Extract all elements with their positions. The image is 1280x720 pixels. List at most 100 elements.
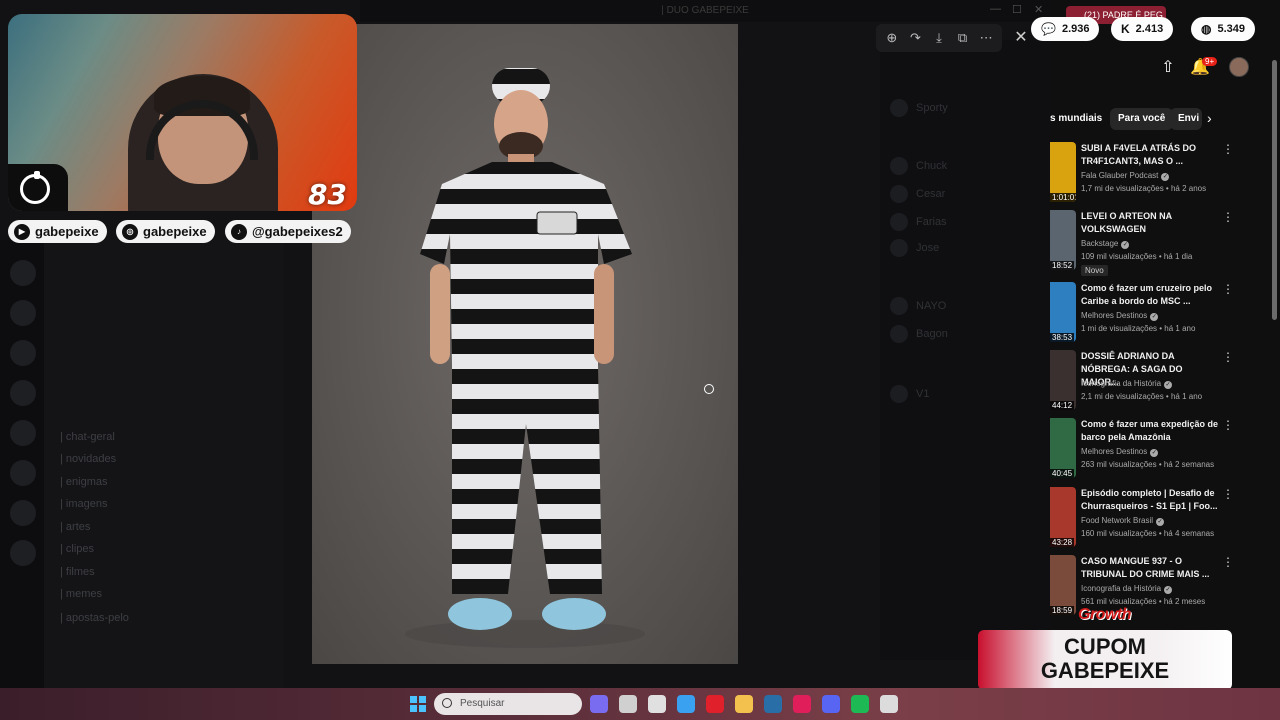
video-title[interactable]: CASO MANGUE 937 - O TRIBUNAL DO CRIME MA… xyxy=(1081,555,1221,581)
server-icon[interactable] xyxy=(10,500,36,526)
close-viewer-icon[interactable]: ✕ xyxy=(1010,27,1032,49)
video-channel[interactable]: Iconografia da História ✓ xyxy=(1081,379,1173,389)
channel-name: Backstage xyxy=(1081,239,1119,248)
server-icon[interactable] xyxy=(10,540,36,566)
member-item[interactable]: V1 xyxy=(890,385,1040,403)
m365-icon[interactable] xyxy=(677,695,695,713)
member-item[interactable]: Jose xyxy=(890,239,1040,257)
channel-item[interactable]: | artes xyxy=(60,521,90,533)
more-options-icon[interactable]: ⋮ xyxy=(1222,555,1234,569)
server-icon[interactable] xyxy=(10,380,36,406)
window-close-icon[interactable]: ✕ xyxy=(1034,3,1043,16)
channel-item[interactable]: | apostas-pelo xyxy=(60,612,129,624)
folder-icon[interactable] xyxy=(735,695,753,713)
minimize-icon[interactable]: — xyxy=(990,3,1001,15)
video-item[interactable]: 44:12 DOSSIÊ ADRIANO DA NÓBREGA: A SAGA D… xyxy=(1050,350,1280,418)
zoom-in-icon[interactable]: ⊕ xyxy=(882,28,902,48)
video-channel[interactable]: Melhores Destinos ✓ xyxy=(1081,311,1159,321)
video-thumbnail[interactable]: 38:53 xyxy=(1050,282,1076,342)
video-channel[interactable]: Backstage ✓ xyxy=(1081,239,1130,249)
copilot-icon[interactable] xyxy=(590,695,608,713)
app-icon[interactable] xyxy=(648,695,666,713)
social-youtube: ▶ gabepeixe xyxy=(8,220,107,243)
stat-value: 2.413 xyxy=(1135,23,1164,35)
chrome-icon[interactable] xyxy=(880,695,898,713)
channel-item[interactable]: | clipes xyxy=(60,543,94,555)
chip-filter[interactable]: Envi xyxy=(1170,108,1202,130)
more-options-icon[interactable]: ⋮ xyxy=(1222,350,1234,364)
server-icon[interactable] xyxy=(10,300,36,326)
member-item[interactable]: Chuck xyxy=(890,157,1040,175)
more-options-icon[interactable]: ⋮ xyxy=(1222,418,1234,432)
verified-icon: ✓ xyxy=(1164,381,1173,389)
video-channel[interactable]: Iconografia da História ✓ xyxy=(1081,584,1173,594)
stat-value: 2.936 xyxy=(1061,23,1090,35)
channel-item[interactable]: | imagens xyxy=(60,498,108,510)
steam-icon[interactable] xyxy=(764,695,782,713)
rotate-icon[interactable]: ↷ xyxy=(905,28,925,48)
server-icon[interactable] xyxy=(10,340,36,366)
more-icon[interactable]: ⋯ xyxy=(976,28,996,48)
video-item[interactable]: 40:45 Como é fazer uma expedição de barco… xyxy=(1050,418,1280,486)
video-channel[interactable]: Fala Glauber Podcast ✓ xyxy=(1081,171,1170,181)
tiktok-icon: ♪ xyxy=(231,223,247,240)
video-meta: 2,1 mi de visualizações • há 1 ano xyxy=(1081,392,1203,401)
viewer-image[interactable] xyxy=(312,24,738,664)
video-title[interactable]: SUBI A F4VELA ATRÁS DO TR4F1CANT3, MAS O… xyxy=(1081,142,1221,168)
server-icon[interactable] xyxy=(10,260,36,286)
open-external-icon[interactable]: ⧉ xyxy=(953,28,973,48)
video-thumbnail[interactable]: 18:52 xyxy=(1050,210,1076,270)
video-title[interactable]: Como é fazer um cruzeiro pelo Caribe a b… xyxy=(1081,282,1221,308)
social-handle: gabepeixe xyxy=(35,224,99,239)
more-options-icon[interactable]: ⋮ xyxy=(1222,282,1234,296)
member-item[interactable]: NAYO xyxy=(890,297,1040,315)
scrollbar[interactable] xyxy=(1272,60,1277,320)
video-thumbnail[interactable]: 40:45 xyxy=(1050,418,1076,478)
more-options-icon[interactable]: ⋮ xyxy=(1222,487,1234,501)
download-icon[interactable]: ⤓ xyxy=(929,28,949,48)
member-item[interactable]: Cesar xyxy=(890,185,1040,203)
windows-start-icon[interactable] xyxy=(410,696,426,712)
avatar[interactable] xyxy=(1229,57,1249,77)
member-item[interactable]: Bagon xyxy=(890,325,1040,343)
channel-item[interactable]: | novidades xyxy=(60,453,116,465)
background-member-list xyxy=(880,40,1050,660)
slack-icon[interactable] xyxy=(793,695,811,713)
upload-icon[interactable]: ⇧ xyxy=(1158,58,1178,78)
video-title[interactable]: Como é fazer uma expedição de barco pela… xyxy=(1081,418,1221,444)
server-icon[interactable] xyxy=(10,460,36,486)
chip-filter[interactable]: s mundiais xyxy=(1050,108,1110,130)
file-icon[interactable] xyxy=(619,695,637,713)
video-title[interactable]: Episódio completo | Desafio de Churrasqu… xyxy=(1081,487,1221,513)
spotify-icon[interactable] xyxy=(851,695,869,713)
video-item[interactable]: 1:01:01 SUBI A F4VELA ATRÁS DO TR4F1CANT3… xyxy=(1050,142,1280,210)
globe-stat: ◍ 5.349 xyxy=(1191,17,1256,41)
opera-icon[interactable] xyxy=(706,695,724,713)
video-item[interactable]: 18:52 LEVEI O ARTEON NA VOLKSWAGEN Backsta… xyxy=(1050,210,1280,278)
video-title[interactable]: LEVEI O ARTEON NA VOLKSWAGEN xyxy=(1081,210,1221,236)
video-item[interactable]: 43:28 Episódio completo | Desafio de Chur… xyxy=(1050,487,1280,555)
chip-filter[interactable]: Para você xyxy=(1110,108,1174,130)
zoom-cursor-icon xyxy=(704,384,714,394)
discord-icon[interactable] xyxy=(822,695,840,713)
member-item[interactable]: Sporty xyxy=(890,99,1040,117)
channel-item[interactable]: | enigmas xyxy=(60,476,108,488)
more-options-icon[interactable]: ⋮ xyxy=(1222,142,1234,156)
member-item[interactable]: Farias xyxy=(890,213,1040,231)
video-thumbnail[interactable]: 43:28 xyxy=(1050,487,1076,547)
video-thumbnail[interactable]: 18:59 xyxy=(1050,555,1076,615)
video-channel[interactable]: Melhores Destinos ✓ xyxy=(1081,447,1159,457)
video-thumbnail[interactable]: 44:12 xyxy=(1050,350,1076,410)
channel-item[interactable]: | filmes xyxy=(60,566,95,578)
taskbar-search[interactable]: Pesquisar xyxy=(434,693,582,715)
chevron-right-icon[interactable]: › xyxy=(1207,110,1212,126)
maximize-icon[interactable]: ☐ xyxy=(1012,3,1022,16)
channel-item[interactable]: | chat-geral xyxy=(60,431,115,443)
more-options-icon[interactable]: ⋮ xyxy=(1222,210,1234,224)
server-icon[interactable] xyxy=(10,420,36,446)
video-item[interactable]: 38:53 Como é fazer um cruzeiro pelo Carib… xyxy=(1050,282,1280,350)
channel-item[interactable]: | memes xyxy=(60,588,102,600)
video-thumbnail[interactable]: 1:01:01 xyxy=(1050,142,1076,202)
image-viewer-toolbar: ⊕ ↷ ⤓ ⧉ ⋯ xyxy=(876,24,1002,52)
video-channel[interactable]: Food Network Brasil ✓ xyxy=(1081,516,1165,526)
